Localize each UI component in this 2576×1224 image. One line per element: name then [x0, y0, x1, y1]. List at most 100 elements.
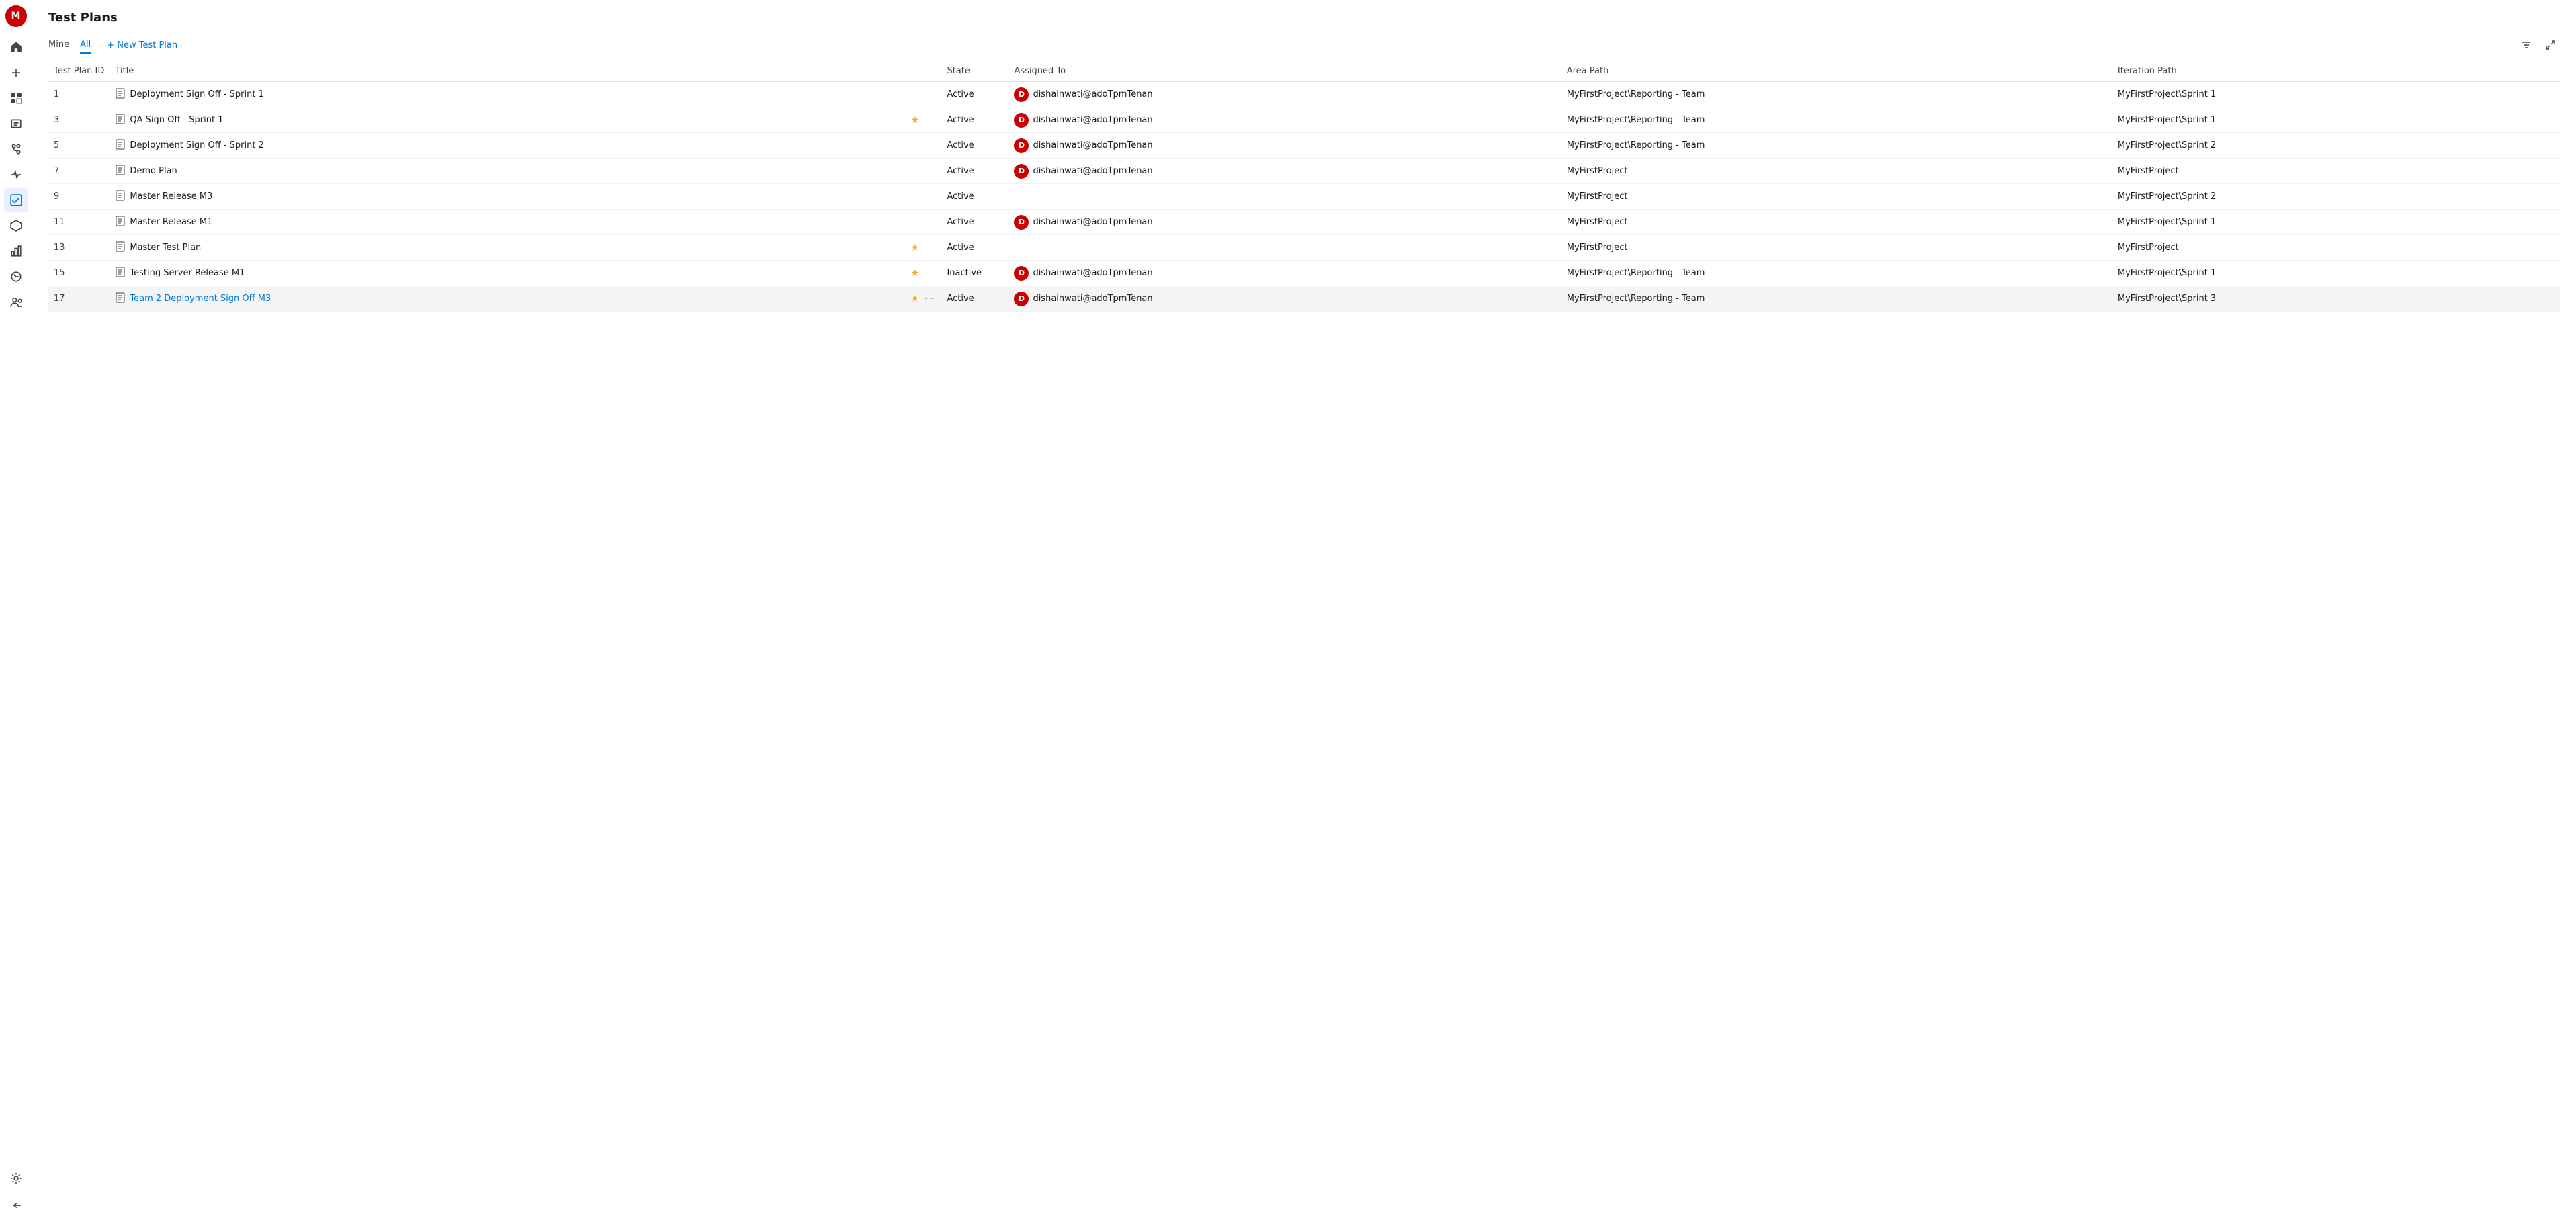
cell-iteration: MyFirstProject — [2112, 235, 2560, 261]
collapse-nav-icon[interactable] — [4, 1193, 28, 1217]
test-plans-table: Test Plan ID Title State Assigned To Are… — [48, 60, 2560, 312]
tab-mine[interactable]: Mine — [48, 37, 69, 54]
artifacts-icon[interactable] — [4, 214, 28, 238]
cell-title: Deployment Sign Off - Sprint 2 — [110, 133, 905, 159]
cell-title-text: Master Release M3 — [130, 191, 212, 202]
cell-iteration: MyFirstProject\Sprint 1 — [2112, 107, 2560, 133]
page-header: Test Plans — [32, 0, 2576, 30]
test-plan-icon — [115, 190, 126, 204]
table-row[interactable]: 3QA Sign Off - Sprint 1★ActiveDdishainwa… — [48, 107, 2560, 133]
cell-id: 13 — [48, 235, 110, 261]
table-row[interactable]: 13 Master Test Plan ★ Active MyFirstProjectM… — [48, 235, 2560, 261]
cell-iteration: MyFirstProject\Sprint 2 — [2112, 184, 2560, 210]
col-header-id: Test Plan ID — [48, 60, 110, 82]
cell-assigned: Ddishainwati@adoTpmTenan — [1008, 261, 1561, 286]
cell-star[interactable] — [906, 184, 942, 210]
assignee-avatar: D — [1014, 164, 1029, 179]
filter-button[interactable] — [2517, 36, 2536, 54]
test-plans-table-container: Test Plan ID Title State Assigned To Are… — [32, 60, 2576, 1224]
cell-star[interactable]: ★ — [906, 261, 942, 286]
new-test-plan-button[interactable]: + New Test Plan — [101, 38, 183, 53]
toolbar: Mine All + New Test Plan — [32, 30, 2576, 60]
star-icon[interactable]: ★ — [911, 268, 920, 279]
cell-title[interactable]: Team 2 Deployment Sign Off M3 — [110, 286, 905, 312]
work-items-icon[interactable] — [4, 112, 28, 136]
cell-star[interactable]: ★ — [906, 235, 942, 261]
cell-area: MyFirstProject — [1561, 184, 2112, 210]
cell-title: Deployment Sign Off - Sprint 1 — [110, 82, 905, 107]
repos-icon[interactable] — [4, 137, 28, 161]
cell-state: Active — [941, 184, 1008, 210]
cell-id: 3 — [48, 107, 110, 133]
cell-id: 17 — [48, 286, 110, 312]
cell-title-text[interactable]: Team 2 Deployment Sign Off M3 — [130, 294, 271, 304]
cell-star[interactable] — [906, 159, 942, 184]
assignee-name: dishainwati@adoTpmTenan — [1033, 140, 1152, 150]
cell-area: MyFirstProject — [1561, 159, 2112, 184]
user-avatar[interactable]: M — [5, 5, 27, 27]
table-row[interactable]: 1Deployment Sign Off - Sprint 1ActiveDdi… — [48, 82, 2560, 107]
cell-title: Testing Server Release M1 — [110, 261, 905, 286]
cell-title-text: Master Test Plan — [130, 243, 201, 253]
cell-assigned: Ddishainwati@adoTpmTenan — [1008, 286, 1561, 312]
cell-state: Inactive — [941, 261, 1008, 286]
table-row[interactable]: 15Testing Server Release M1 ★ InactiveDdis… — [48, 261, 2560, 286]
assignee-name: dishainwati@adoTpmTenan — [1033, 115, 1152, 125]
cell-star[interactable] — [906, 133, 942, 159]
cell-star[interactable] — [906, 210, 942, 235]
cell-title: Master Release M1 — [110, 210, 905, 235]
toolbar-actions — [2517, 36, 2560, 54]
overview-icon[interactable] — [4, 239, 28, 263]
star-icon[interactable]: ★ — [911, 294, 920, 304]
cell-area: MyFirstProject\Reporting - Team — [1561, 133, 2112, 159]
cell-state: Active — [941, 133, 1008, 159]
assignee-avatar: D — [1014, 138, 1029, 153]
test-plan-icon — [115, 241, 126, 255]
table-row[interactable]: 7Demo PlanActiveDdishainwati@adoTpmTenan… — [48, 159, 2560, 184]
cell-star[interactable]: ★ — [906, 107, 942, 133]
table-row[interactable]: 5Deployment Sign Off - Sprint 2ActiveDdi… — [48, 133, 2560, 159]
cell-iteration: MyFirstProject\Sprint 1 — [2112, 261, 2560, 286]
table-row[interactable]: 11Master Release M1ActiveDdishainwati@ad… — [48, 210, 2560, 235]
add-icon[interactable] — [4, 60, 28, 85]
test-plan-icon — [115, 114, 126, 127]
boards-icon[interactable] — [4, 86, 28, 110]
analytics-icon[interactable] — [4, 265, 28, 289]
settings-nav-icon[interactable] — [4, 1166, 28, 1190]
col-header-area: Area Path — [1561, 60, 2112, 82]
nav-rail: M — [0, 0, 32, 1224]
cell-title: Demo Plan — [110, 159, 905, 184]
cell-area: MyFirstProject\Reporting - Team — [1561, 261, 2112, 286]
cell-title-text: Demo Plan — [130, 166, 177, 176]
open-in-fullscreen-button[interactable] — [2541, 36, 2560, 54]
cell-title-text: QA Sign Off - Sprint 1 — [130, 115, 223, 125]
col-header-assigned: Assigned To — [1008, 60, 1561, 82]
cell-star[interactable] — [906, 82, 942, 107]
cell-iteration: MyFirstProject\Sprint 1 — [2112, 82, 2560, 107]
col-header-title: Title — [110, 60, 905, 82]
table-row[interactable]: 17Team 2 Deployment Sign Off M3★···Activ… — [48, 286, 2560, 312]
cell-area: MyFirstProject\Reporting - Team — [1561, 107, 2112, 133]
cell-title: Master Release M3 — [110, 184, 905, 210]
stakeholder-icon[interactable] — [4, 290, 28, 314]
cell-area: MyFirstProject — [1561, 235, 2112, 261]
test-plan-icon — [115, 267, 126, 280]
table-row[interactable]: 9Master Release M3ActiveMyFirstProjectMy… — [48, 184, 2560, 210]
more-options-button[interactable]: ··· — [922, 294, 936, 304]
cell-state: Active — [941, 235, 1008, 261]
cell-star[interactable]: ★··· — [906, 286, 942, 312]
test-plan-icon — [115, 88, 126, 101]
cell-area: MyFirstProject\Reporting - Team — [1561, 82, 2112, 107]
tab-all[interactable]: All — [80, 37, 91, 54]
star-icon[interactable]: ★ — [911, 115, 920, 126]
cell-id: 15 — [48, 261, 110, 286]
test-plans-nav-icon[interactable] — [4, 188, 28, 212]
cell-title-text: Deployment Sign Off - Sprint 1 — [130, 89, 263, 99]
pipelines-icon[interactable] — [4, 163, 28, 187]
star-icon[interactable]: ★ — [911, 243, 920, 253]
assignee-avatar: D — [1014, 113, 1029, 128]
cell-id: 7 — [48, 159, 110, 184]
home-icon[interactable] — [4, 35, 28, 59]
test-plan-icon — [115, 139, 126, 152]
cell-iteration: MyFirstProject\Sprint 2 — [2112, 133, 2560, 159]
